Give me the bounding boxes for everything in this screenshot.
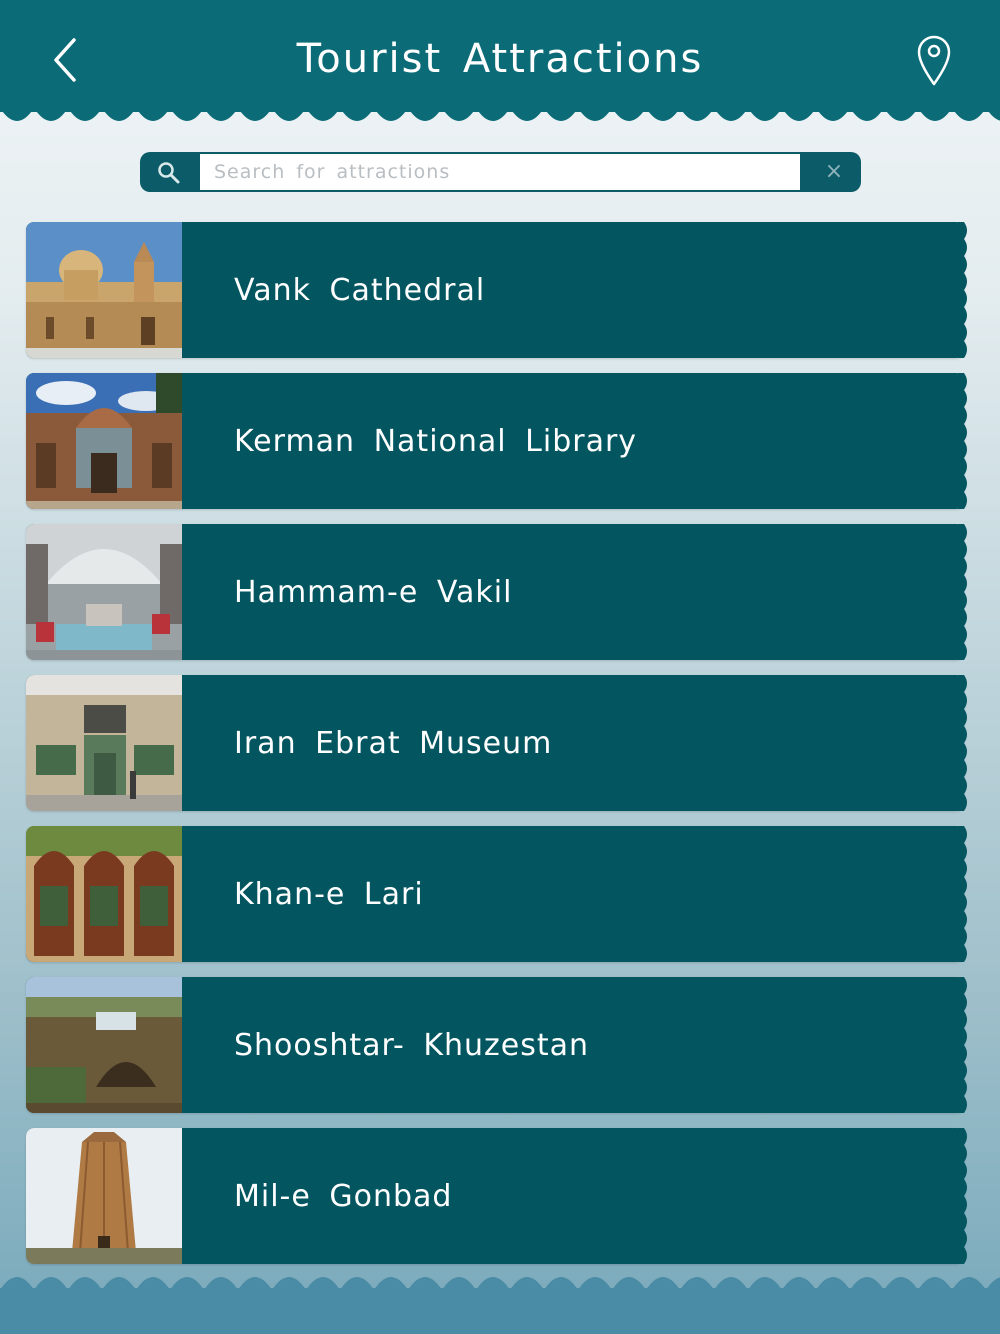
footer-bar	[0, 1288, 1000, 1334]
search-bar: ×	[140, 152, 861, 192]
scalloped-edge	[958, 222, 967, 358]
attraction-item-mil-e-gonbad[interactable]: Mil-e Gonbad	[26, 1128, 967, 1264]
scalloped-edge	[958, 524, 967, 660]
attraction-name: Vank Cathedral	[234, 273, 486, 308]
nav-bar: Tourist Attractions	[0, 0, 1000, 112]
search-input[interactable]	[200, 154, 800, 190]
scalloped-edge	[958, 373, 967, 509]
clear-search-button[interactable]: ×	[820, 158, 848, 186]
iran-ebrat-museum-thumbnail	[26, 675, 182, 811]
shooshtar-thumbnail	[26, 977, 182, 1113]
map-button[interactable]	[910, 32, 958, 88]
map-pin-icon	[917, 35, 951, 86]
attraction-name: Shooshtar- Khuzestan	[234, 1028, 590, 1063]
attraction-item-khan-e-lari[interactable]: Khan-e Lari	[26, 826, 967, 962]
vank-cathedral-thumbnail	[26, 222, 182, 358]
khan-e-lari-thumbnail	[26, 826, 182, 962]
attraction-name: Kerman National Library	[234, 424, 638, 459]
attraction-name: Hammam-e Vakil	[234, 575, 513, 610]
footer-scallop-edge	[0, 1277, 1000, 1290]
attraction-name: Khan-e Lari	[234, 877, 424, 912]
attraction-name: Mil-e Gonbad	[234, 1179, 453, 1214]
scalloped-edge	[958, 675, 967, 811]
attraction-list: Vank Cathedral Kerman National Library H…	[26, 222, 967, 1279]
scalloped-edge	[958, 977, 967, 1113]
attraction-item-kerman-national-library[interactable]: Kerman National Library	[26, 373, 967, 509]
attraction-item-vank-cathedral[interactable]: Vank Cathedral	[26, 222, 967, 358]
attraction-item-iran-ebrat-museum[interactable]: Iran Ebrat Museum	[26, 675, 967, 811]
hammam-e-vakil-thumbnail	[26, 524, 182, 660]
header-scallop-edge	[0, 108, 1000, 121]
mil-e-gonbad-thumbnail	[26, 1128, 182, 1264]
attraction-item-shooshtar-khuzestan[interactable]: Shooshtar- Khuzestan	[26, 977, 967, 1113]
attraction-name: Iran Ebrat Museum	[234, 726, 553, 761]
page-title: Tourist Attractions	[296, 36, 704, 82]
search-icon	[156, 160, 182, 186]
scalloped-edge	[958, 1128, 967, 1264]
scalloped-edge	[958, 826, 967, 962]
kerman-library-thumbnail	[26, 373, 182, 509]
attraction-item-hammam-e-vakil[interactable]: Hammam-e Vakil	[26, 524, 967, 660]
